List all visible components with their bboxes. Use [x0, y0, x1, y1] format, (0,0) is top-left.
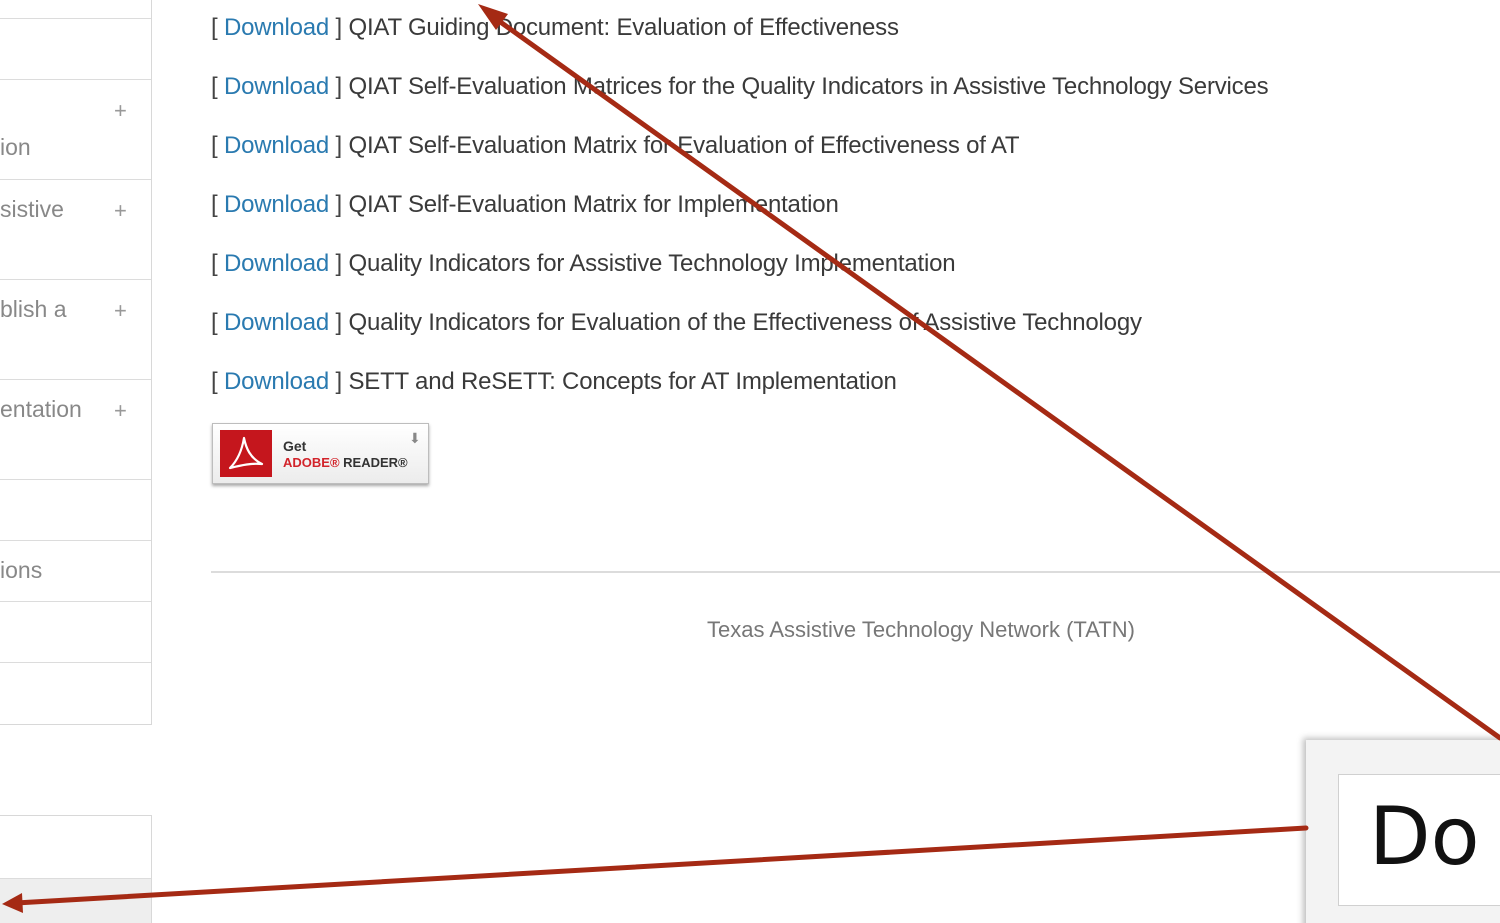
download-link[interactable]: Download [224, 191, 329, 218]
expand-plus-icon[interactable]: + [114, 298, 127, 324]
sidebar-nav: ion + sistive + blish a + entation + ion… [0, 0, 152, 725]
list-item: [ Download ] Quality Indicators for Assi… [211, 250, 956, 277]
sidebar-item-label: sistive [0, 196, 64, 222]
download-link[interactable]: Download [224, 309, 329, 336]
download-link[interactable]: Download [224, 73, 329, 100]
adobe-pdf-icon [220, 430, 272, 477]
document-title: Quality Indicators for Evaluation of the… [348, 309, 1142, 336]
sidebar-item[interactable] [0, 479, 151, 540]
sidebar-lower-panel [0, 815, 152, 923]
sidebar-item-label: ion [0, 134, 31, 160]
sidebar-item-label: entation [0, 396, 82, 422]
sidebar-item[interactable] [0, 662, 151, 724]
annotation-arrow-left [13, 825, 1309, 906]
sidebar-item[interactable]: sistive + [0, 179, 151, 279]
footer-divider [211, 571, 1500, 573]
sidebar-item[interactable]: entation + [0, 379, 151, 479]
download-link[interactable]: Download [224, 132, 329, 159]
document-title: Quality Indicators for Assistive Technol… [348, 250, 956, 277]
sidebar-item-label: blish a [0, 296, 67, 322]
list-item: [ Download ] QIAT Self-Evaluation Matrix… [211, 191, 839, 218]
download-link[interactable]: Download [224, 250, 329, 277]
sidebar-item[interactable] [0, 18, 151, 79]
document-title: QIAT Self-Evaluation Matrices for the Qu… [348, 73, 1269, 100]
adobe-reader-label: ADOBE® READER® [283, 455, 408, 470]
document-title: QIAT Self-Evaluation Matrix for Evaluati… [348, 132, 1020, 159]
page: ion + sistive + blish a + entation + ion… [0, 0, 1500, 923]
download-link[interactable]: Download [224, 368, 329, 395]
document-title: QIAT Self-Evaluation Matrix for Implemen… [348, 191, 839, 218]
expand-plus-icon[interactable]: + [114, 98, 127, 124]
sidebar-item[interactable]: ions [0, 540, 151, 601]
list-item: [ Download ] QIAT Self-Evaluation Matrix… [211, 132, 1020, 159]
list-item: [ Download ] QIAT Self-Evaluation Matric… [211, 73, 1269, 100]
sidebar-item[interactable]: blish a + [0, 279, 151, 379]
get-adobe-reader-button[interactable]: Get ADOBE® READER® ⬇ [212, 423, 429, 484]
footer-text: Texas Assistive Technology Network (TATN… [707, 617, 1135, 642]
expand-plus-icon[interactable]: + [114, 398, 127, 424]
document-title: QIAT Guiding Document: Evaluation of Eff… [348, 14, 899, 41]
zoom-callout: Do [1306, 740, 1500, 923]
sidebar-item[interactable] [0, 601, 151, 662]
list-item: [ Download ] QIAT Guiding Document: Eval… [211, 14, 899, 41]
list-item: [ Download ] SETT and ReSETT: Concepts f… [211, 368, 897, 395]
list-item: [ Download ] Quality Indicators for Eval… [211, 309, 1142, 336]
download-link[interactable]: Download [224, 14, 329, 41]
expand-plus-icon[interactable]: + [114, 198, 127, 224]
document-title: SETT and ReSETT: Concepts for AT Impleme… [348, 368, 897, 395]
sidebar-highlighted-item[interactable] [0, 878, 151, 923]
sidebar-item-label: ions [0, 557, 43, 583]
zoom-callout-text: Do [1369, 790, 1480, 883]
adobe-get-label: Get [283, 438, 307, 454]
sidebar-item[interactable]: ion + [0, 79, 151, 179]
download-arrow-icon: ⬇ [409, 430, 421, 446]
